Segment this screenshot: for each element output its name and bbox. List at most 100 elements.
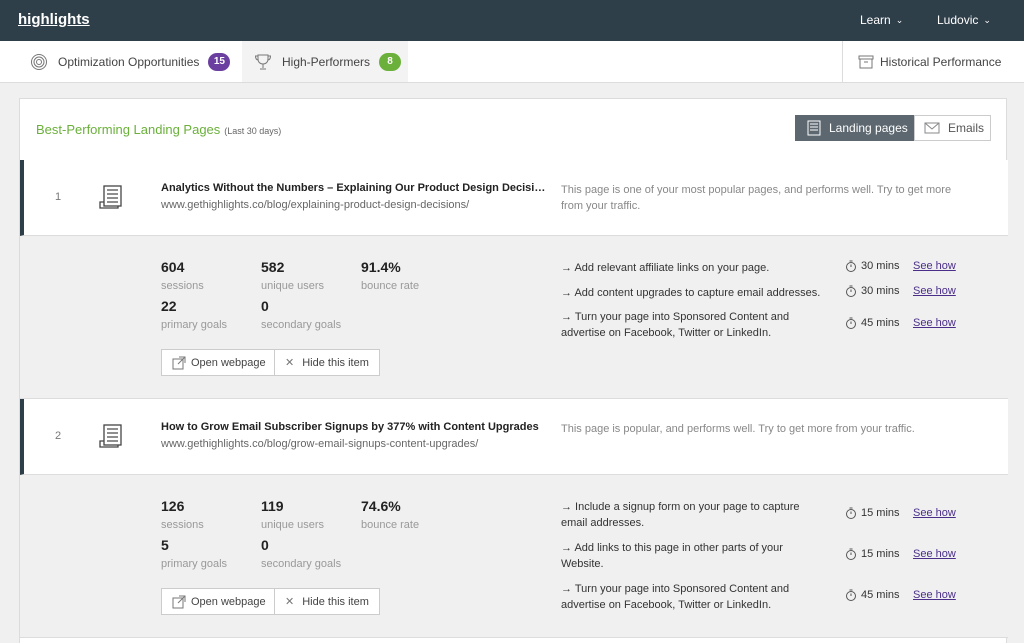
item-number: 2: [55, 430, 62, 442]
sessions-label: sessions: [161, 280, 204, 292]
external-link-icon: [172, 356, 186, 369]
action-text: → Add links to this page in other parts …: [561, 542, 783, 570]
button-label: Hide this item: [302, 356, 369, 369]
tab-bar: Optimization Opportunities 15 High-Perfo…: [0, 41, 1024, 83]
stopwatch-icon: [846, 317, 856, 329]
panel-title: Best-Performing Landing Pages (Last 30 da…: [36, 122, 281, 137]
primary-goals-label: primary goals: [161, 319, 228, 331]
time-value: 15 mins: [861, 548, 900, 560]
unique-users-value: 582: [261, 259, 285, 275]
tab-high-performers[interactable]: High-Performers 8: [242, 41, 408, 82]
secondary-goals-label: secondary goals: [261, 558, 342, 570]
user-menu[interactable]: Ludovic ⌄: [937, 13, 991, 27]
time-estimate: 15 mins: [845, 548, 900, 560]
primary-goals-label: primary goals: [161, 558, 228, 570]
item-details: 126 sessions 119 unique users 74.6% boun…: [20, 475, 1008, 638]
hide-item-button[interactable]: ✕ Hide this item: [274, 588, 380, 615]
button-label: Open webpage: [191, 356, 266, 369]
button-label: Open webpage: [191, 595, 266, 608]
emails-toggle[interactable]: Emails: [914, 115, 991, 141]
action-text: → Include a signup form on your page to …: [561, 501, 800, 529]
page-icon: [807, 120, 821, 136]
stopwatch-icon: [846, 548, 856, 560]
time-value: 30 mins: [861, 285, 900, 297]
landing-pages-panel: Best-Performing Landing Pages (Last 30 da…: [19, 98, 1008, 643]
chevron-down-icon: ⌄: [895, 15, 904, 25]
tab-optimization-opportunities[interactable]: Optimization Opportunities 15: [30, 41, 231, 82]
close-icon: ✕: [285, 596, 295, 608]
page-title[interactable]: How to Grow Email Subscriber Signups by …: [161, 421, 547, 433]
action-text: → Turn your page into Sponsored Content …: [561, 583, 790, 611]
time-value: 30 mins: [861, 260, 900, 272]
page-url: www.gethighlights.co/blog/explaining-pro…: [161, 199, 470, 211]
bounce-rate-value: 74.6%: [361, 498, 401, 514]
button-label: Hide this item: [302, 595, 369, 608]
learn-menu-label: Learn: [860, 13, 891, 27]
document-icon: [99, 185, 122, 209]
page-description: This page is one of your most popular pa…: [561, 184, 952, 212]
document-icon: [99, 424, 122, 448]
item-number: 1: [55, 191, 62, 203]
page-title[interactable]: Analytics Without the Numbers – Explaini…: [161, 182, 547, 194]
bounce-rate-label: bounce rate: [361, 519, 420, 531]
page-description: This page is popular, and performs well.…: [561, 423, 915, 435]
time-estimate: 45 mins: [845, 589, 900, 601]
time-estimate: 15 mins: [845, 507, 900, 519]
top-bar: highlights Learn ⌄ Ludovic ⌄: [0, 0, 1024, 41]
see-how-link[interactable]: See how: [913, 260, 956, 272]
see-how-link[interactable]: See how: [913, 285, 956, 297]
time-value: 15 mins: [861, 507, 900, 519]
see-how-link[interactable]: See how: [913, 589, 956, 601]
chevron-down-icon: ⌄: [983, 15, 991, 25]
trophy-icon: [254, 54, 272, 69]
toggle-label: Emails: [948, 121, 985, 135]
external-link-icon: [172, 595, 186, 608]
time-estimate: 45 mins: [845, 317, 900, 329]
hide-item-button[interactable]: ✕ Hide this item: [274, 349, 380, 376]
see-how-link[interactable]: See how: [913, 507, 956, 519]
unique-users-value: 119: [261, 498, 284, 514]
action-text: → Add content upgrades to capture email …: [561, 287, 821, 299]
count-badge: 15: [208, 52, 231, 71]
stopwatch-icon: [846, 260, 856, 272]
stopwatch-icon: [846, 589, 856, 601]
target-icon: [31, 53, 47, 70]
envelope-icon: [924, 122, 940, 134]
time-value: 45 mins: [861, 589, 900, 601]
time-estimate: 30 mins: [845, 260, 900, 272]
primary-goals-value: 22: [161, 298, 177, 314]
archive-icon: [858, 55, 874, 68]
action-text: → Add relevant affiliate links on your p…: [561, 262, 770, 274]
see-how-link[interactable]: See how: [913, 317, 956, 329]
panel-title-text: Best-Performing Landing Pages: [36, 122, 221, 137]
unique-users-label: unique users: [261, 280, 324, 292]
sessions-value: 126: [161, 498, 185, 514]
tab-label: Historical Performance: [880, 54, 1002, 69]
open-webpage-button[interactable]: Open webpage: [161, 349, 277, 376]
bounce-rate-value: 91.4%: [361, 259, 401, 275]
page-url: www.gethighlights.co/blog/grow-email-sig…: [161, 438, 479, 450]
time-value: 45 mins: [861, 317, 900, 329]
count-badge: 8: [379, 52, 402, 71]
app-logo[interactable]: highlights: [18, 11, 90, 28]
secondary-goals-value: 0: [261, 298, 269, 314]
landing-pages-toggle[interactable]: Landing pages: [795, 115, 914, 141]
see-how-link[interactable]: See how: [913, 548, 956, 560]
unique-users-label: unique users: [261, 519, 324, 531]
primary-goals-value: 5: [161, 537, 169, 553]
sessions-label: sessions: [161, 519, 204, 531]
time-estimate: 30 mins: [845, 285, 900, 297]
learn-menu[interactable]: Learn ⌄: [860, 13, 903, 27]
bounce-rate-label: bounce rate: [361, 280, 420, 292]
open-webpage-button[interactable]: Open webpage: [161, 588, 277, 615]
tab-label: Optimization Opportunities: [58, 54, 200, 69]
tab-historical-performance[interactable]: Historical Performance: [842, 41, 1024, 82]
list-item[interactable]: 2 How to Grow Email Subscriber Signups b…: [20, 399, 1008, 475]
stopwatch-icon: [846, 507, 856, 519]
close-icon: ✕: [285, 357, 295, 369]
tab-label: High-Performers: [282, 54, 371, 69]
action-text: → Turn your page into Sponsored Content …: [561, 311, 790, 339]
user-menu-label: Ludovic: [937, 13, 979, 27]
secondary-goals-label: secondary goals: [261, 319, 342, 331]
list-item[interactable]: 1 Analytics Without the Numbers – Explai…: [20, 160, 1008, 236]
